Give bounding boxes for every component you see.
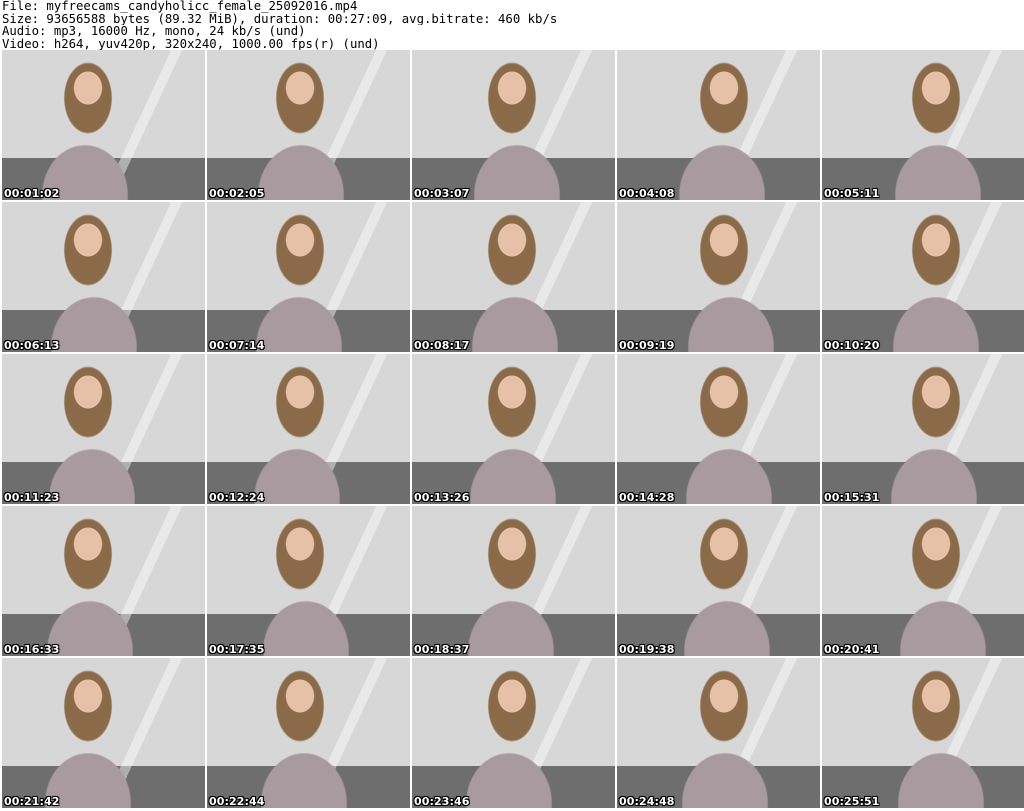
frame-image xyxy=(2,354,205,504)
frame-timestamp: 00:05:11 xyxy=(824,187,880,200)
frame-timestamp: 00:20:41 xyxy=(824,643,880,656)
frame-image xyxy=(617,658,820,808)
frame-timestamp: 00:02:05 xyxy=(209,187,265,200)
thumbnail-frame[interactable]: 00:15:31 xyxy=(822,354,1024,504)
thumbnail-frame[interactable]: 00:01:02 xyxy=(2,50,205,200)
thumbnail-grid: 00:01:02 00:02:05 00:03:07 00:04:08 00:0… xyxy=(0,50,1024,811)
thumbnail-frame[interactable]: 00:08:17 xyxy=(412,202,615,352)
thumbnail-frame[interactable]: 00:19:38 xyxy=(617,506,820,656)
frame-image xyxy=(617,506,820,656)
file-size-line: Size: 93656588 bytes (89.32 MiB), durati… xyxy=(2,12,558,25)
frame-timestamp: 00:01:02 xyxy=(4,187,60,200)
frame-timestamp: 00:03:07 xyxy=(414,187,470,200)
thumbnail-frame[interactable]: 00:20:41 xyxy=(822,506,1024,656)
audio-info-line: Audio: mp3, 16000 Hz, mono, 24 kb/s (und… xyxy=(2,25,306,38)
frame-image xyxy=(822,50,1024,200)
frame-timestamp: 00:10:20 xyxy=(824,339,880,352)
frame-image xyxy=(207,658,410,808)
thumbnail-frame[interactable]: 00:11:23 xyxy=(2,354,205,504)
video-info-line: Video: h264, yuv420p, 320x240, 1000.00 f… xyxy=(2,37,380,50)
frame-image xyxy=(207,506,410,656)
thumbnail-frame[interactable]: 00:05:11 xyxy=(822,50,1024,200)
frame-image xyxy=(207,202,410,352)
frame-image xyxy=(617,50,820,200)
thumbnail-frame[interactable]: 00:21:42 xyxy=(2,658,205,808)
frame-image xyxy=(412,658,615,808)
frame-timestamp: 00:15:31 xyxy=(824,491,880,504)
frame-image xyxy=(822,658,1024,808)
frame-image xyxy=(617,202,820,352)
frame-image xyxy=(822,202,1024,352)
frame-timestamp: 00:09:19 xyxy=(619,339,675,352)
frame-timestamp: 00:19:38 xyxy=(619,643,675,656)
frame-timestamp: 00:11:23 xyxy=(4,491,60,504)
frame-timestamp: 00:04:08 xyxy=(619,187,675,200)
frame-timestamp: 00:23:46 xyxy=(414,795,470,808)
frame-image xyxy=(207,354,410,504)
thumbnail-frame[interactable]: 00:25:51 xyxy=(822,658,1024,808)
thumbnail-frame[interactable]: 00:04:08 xyxy=(617,50,820,200)
frame-timestamp: 00:16:33 xyxy=(4,643,60,656)
thumbnail-frame[interactable]: 00:14:28 xyxy=(617,354,820,504)
frame-timestamp: 00:12:24 xyxy=(209,491,265,504)
frame-timestamp: 00:22:44 xyxy=(209,795,265,808)
frame-image xyxy=(207,50,410,200)
frame-image xyxy=(412,202,615,352)
frame-image xyxy=(412,506,615,656)
frame-timestamp: 00:14:28 xyxy=(619,491,675,504)
file-name-line: File: myfreecams_candyholicc_female_2509… xyxy=(2,0,358,13)
frame-timestamp: 00:21:42 xyxy=(4,795,60,808)
frame-timestamp: 00:13:26 xyxy=(414,491,470,504)
thumbnail-frame[interactable]: 00:16:33 xyxy=(2,506,205,656)
frame-timestamp: 00:08:17 xyxy=(414,339,470,352)
frame-image xyxy=(2,658,205,808)
thumbnail-frame[interactable]: 00:03:07 xyxy=(412,50,615,200)
frame-timestamp: 00:07:14 xyxy=(209,339,265,352)
frame-image xyxy=(2,506,205,656)
thumbnail-frame[interactable]: 00:18:37 xyxy=(412,506,615,656)
thumbnail-frame[interactable]: 00:10:20 xyxy=(822,202,1024,352)
frame-image xyxy=(822,506,1024,656)
thumbnail-frame[interactable]: 00:17:35 xyxy=(207,506,410,656)
thumbnail-frame[interactable]: 00:06:13 xyxy=(2,202,205,352)
thumbnail-frame[interactable]: 00:07:14 xyxy=(207,202,410,352)
contact-sheet-header: File: myfreecams_candyholicc_female_2509… xyxy=(0,0,1024,50)
frame-image xyxy=(412,50,615,200)
thumbnail-frame[interactable]: 00:12:24 xyxy=(207,354,410,504)
thumbnail-frame[interactable]: 00:13:26 xyxy=(412,354,615,504)
frame-image xyxy=(2,202,205,352)
frame-timestamp: 00:06:13 xyxy=(4,339,60,352)
frame-image xyxy=(822,354,1024,504)
frame-image xyxy=(617,354,820,504)
frame-image xyxy=(2,50,205,200)
frame-timestamp: 00:24:48 xyxy=(619,795,675,808)
thumbnail-frame[interactable]: 00:24:48 xyxy=(617,658,820,808)
frame-timestamp: 00:25:51 xyxy=(824,795,880,808)
frame-image xyxy=(412,354,615,504)
thumbnail-frame[interactable]: 00:02:05 xyxy=(207,50,410,200)
frame-timestamp: 00:18:37 xyxy=(414,643,470,656)
frame-timestamp: 00:17:35 xyxy=(209,643,265,656)
thumbnail-frame[interactable]: 00:23:46 xyxy=(412,658,615,808)
thumbnail-frame[interactable]: 00:22:44 xyxy=(207,658,410,808)
thumbnail-frame[interactable]: 00:09:19 xyxy=(617,202,820,352)
